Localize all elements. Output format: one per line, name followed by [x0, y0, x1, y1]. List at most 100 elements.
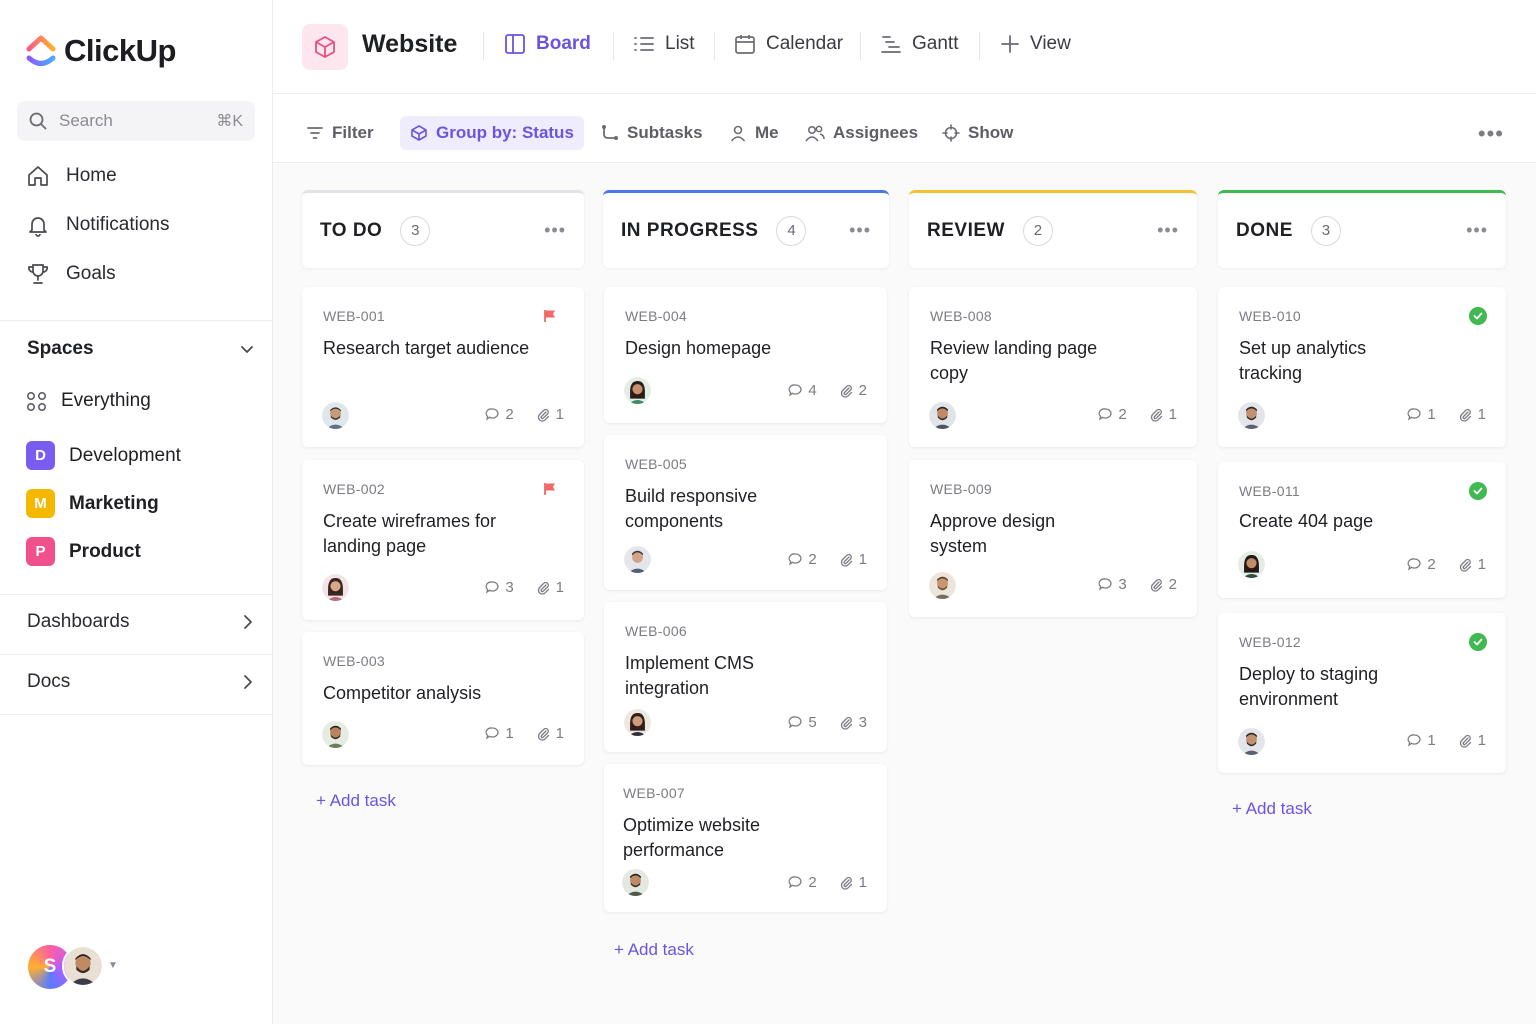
sidebar-divider [0, 594, 272, 595]
spaces-heading: Spaces [27, 338, 94, 359]
task-title: Design homepage [625, 338, 772, 358]
completed-check-icon [1469, 307, 1487, 325]
tab-list[interactable]: List [633, 33, 695, 55]
space-label: Marketing [69, 492, 159, 514]
attachment-count: 1 [858, 551, 867, 568]
space-product[interactable]: P Product [26, 537, 141, 566]
attachment-count: 2 [858, 382, 867, 399]
comment-count: 2 [1427, 556, 1436, 573]
filter-button[interactable]: Filter [306, 116, 374, 150]
attachment-count: 1 [555, 725, 564, 742]
column-title: DONE [1236, 219, 1293, 241]
column-header-done: DONE 3 ••• [1218, 190, 1506, 268]
paperclip-icon [1459, 558, 1471, 572]
attachment-count-group: 2 [1149, 576, 1177, 593]
space-development[interactable]: D Development [26, 441, 181, 470]
task-title: Approve design system [930, 511, 1056, 556]
nav-home[interactable]: Home [26, 164, 117, 188]
filter-icon [307, 127, 323, 139]
column-count: 4 [776, 215, 807, 246]
more-options-icon[interactable]: ••• [1478, 121, 1504, 147]
column-menu-icon[interactable]: ••• [1157, 220, 1179, 241]
dashboards-label: Dashboards [27, 611, 130, 632]
task-card[interactable]: WEB-007 Optimize website performance 2 1 [604, 764, 887, 912]
space-avatar: D [26, 441, 55, 470]
column-menu-icon[interactable]: ••• [849, 220, 871, 241]
task-title: Set up analytics tracking [1239, 338, 1367, 383]
paperclip-icon [840, 553, 852, 567]
task-meta: 5 3 [772, 714, 867, 731]
task-card[interactable]: WEB-008 Review landing page copy 2 1 [909, 287, 1197, 447]
nav-notifications[interactable]: Notifications [26, 213, 170, 237]
paperclip-icon [537, 727, 549, 741]
task-card[interactable]: WEB-009 Approve design system 3 2 [909, 460, 1197, 617]
space-marketing[interactable]: M Marketing [26, 489, 159, 518]
subtasks-button[interactable]: Subtasks [601, 116, 703, 150]
column-menu-icon[interactable]: ••• [544, 220, 566, 241]
task-card[interactable]: WEB-003 Competitor analysis 1 1 [302, 632, 584, 765]
search-input[interactable]: Search ⌘K [17, 101, 255, 141]
column-menu-icon[interactable]: ••• [1466, 220, 1488, 241]
task-id: WEB-010 [1239, 308, 1302, 324]
task-card[interactable]: WEB-005 Build responsive components 2 1 [604, 435, 887, 590]
me-button[interactable]: Me [729, 116, 779, 150]
comment-count-group: 3 [1098, 576, 1127, 593]
me-label: Me [755, 123, 779, 142]
tab-calendar[interactable]: Calendar [734, 33, 843, 55]
add-view-button[interactable]: View [1000, 33, 1071, 55]
assignee-avatar [929, 402, 956, 429]
column-count: 3 [400, 215, 431, 246]
task-card[interactable]: WEB-001 Research target audience 2 1 [302, 287, 584, 447]
column-header-review: REVIEW 2 ••• [909, 190, 1197, 268]
sidebar-item-docs[interactable]: Docs [27, 671, 255, 693]
layers-icon [411, 125, 427, 141]
task-card[interactable]: WEB-012 Deploy to staging environment 1 … [1218, 613, 1506, 773]
task-card[interactable]: WEB-006 Implement CMS integration 5 3 [604, 602, 887, 752]
tab-board[interactable]: Board [504, 33, 591, 55]
task-card[interactable]: WEB-010 Set up analytics tracking 1 1 [1218, 287, 1506, 447]
chevron-right-icon [244, 615, 252, 629]
chevron-down-icon[interactable] [239, 341, 255, 357]
add-task-button[interactable]: + Add task [1232, 799, 1312, 819]
comment-count-group: 2 [1407, 556, 1436, 573]
add-task-button[interactable]: + Add task [614, 940, 694, 960]
crosshair-icon [942, 124, 960, 142]
clickup-logo[interactable]: ClickUp [26, 33, 176, 69]
board-toolbar: Filter Group by: Status Subtasks Me Assi… [273, 95, 1536, 163]
users-icon [805, 125, 825, 142]
show-button[interactable]: Show [942, 116, 1013, 150]
column-title: REVIEW [927, 219, 1005, 241]
assignee-avatar [624, 377, 651, 404]
user-avatar[interactable] [62, 945, 104, 987]
add-task-button[interactable]: + Add task [316, 791, 396, 811]
tab-gantt[interactable]: Gantt [880, 33, 958, 55]
paperclip-icon [840, 876, 852, 890]
calendar-icon [735, 35, 755, 54]
space-everything[interactable]: Everything [26, 390, 151, 412]
task-card[interactable]: WEB-002 Create wireframes for landing pa… [302, 460, 584, 620]
bell-icon [29, 217, 47, 237]
sidebar-item-dashboards[interactable]: Dashboards [27, 611, 255, 633]
space-label: Development [69, 444, 181, 466]
attachment-count-group: 1 [536, 725, 564, 742]
top-header: Website Board List Calendar Gantt View [273, 0, 1536, 94]
assignees-button[interactable]: Assignees [805, 116, 918, 150]
task-title: Build responsive components [625, 486, 758, 531]
column-header-todo: TO DO 3 ••• [302, 190, 584, 268]
group-by-button[interactable]: Group by: Status [400, 116, 584, 150]
home-icon [28, 166, 48, 186]
nav-goals[interactable]: Goals [26, 262, 116, 286]
task-id: WEB-006 [625, 623, 688, 639]
assignee-avatar [322, 721, 349, 748]
task-meta: 2 1 [772, 874, 867, 891]
paperclip-icon [1150, 578, 1162, 592]
comment-count: 2 [808, 874, 817, 891]
comment-count-group: 2 [788, 874, 817, 891]
spaces-header[interactable]: Spaces [27, 338, 255, 360]
caret-down-icon[interactable]: ▼ [108, 960, 118, 971]
task-card[interactable]: WEB-011 Create 404 page 2 1 [1218, 462, 1506, 598]
space-everything-label: Everything [61, 390, 151, 411]
user-icon [730, 125, 746, 142]
column-title: IN PROGRESS [621, 219, 759, 241]
task-card[interactable]: WEB-004 Design homepage 4 2 [604, 287, 887, 423]
